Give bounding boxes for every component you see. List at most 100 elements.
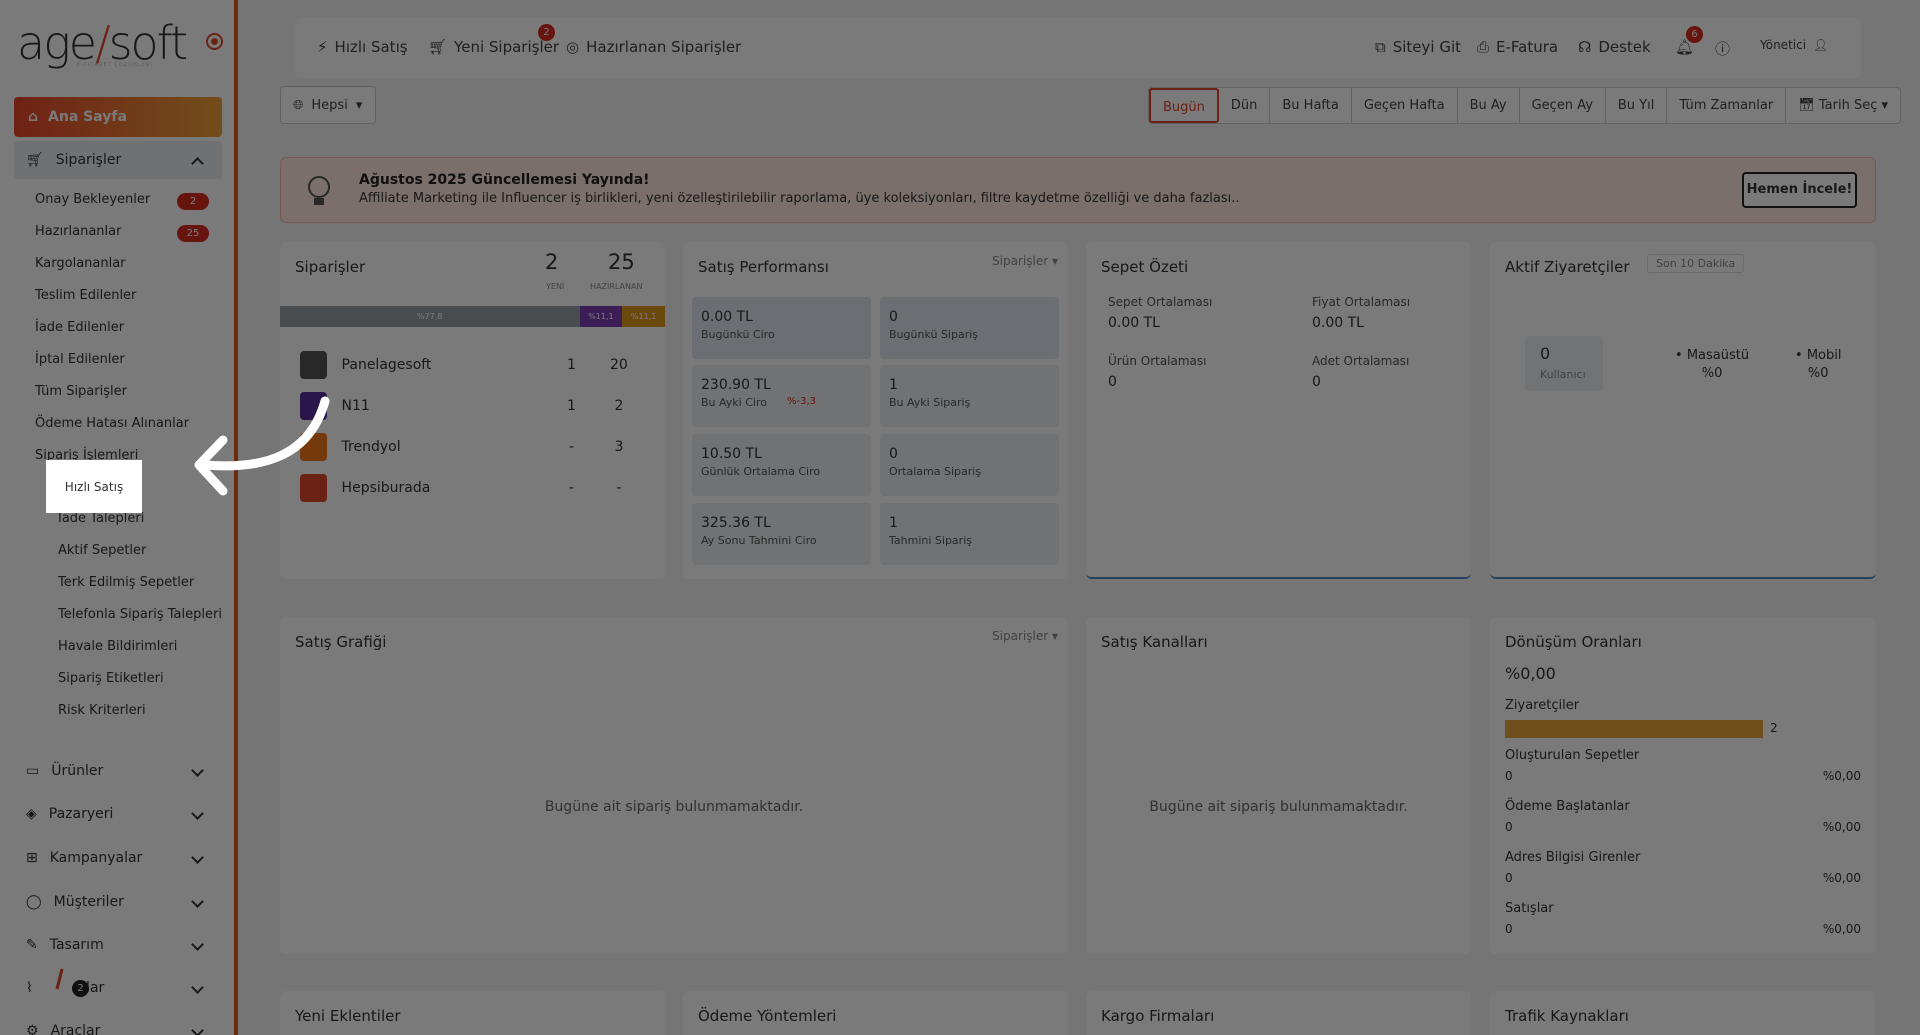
sidebar-section-0[interactable]: ▭ Ürünler — [14, 752, 222, 790]
bottom-card-title: Kargo Firmaları — [1101, 1007, 1215, 1025]
visitors-title: Aktif Ziyaretçiler — [1505, 258, 1630, 276]
banner-title: Ağustos 2025 Güncellemesi Yayında! — [359, 172, 650, 188]
info-button[interactable]: ⓘ — [1715, 38, 1730, 59]
banner-cta-button[interactable]: Hemen İncele! — [1742, 172, 1857, 208]
sidebar-section-2[interactable]: ⊞ Kampanyalar — [14, 839, 222, 877]
support-link[interactable]: ☊ Destek — [1578, 38, 1651, 56]
sidebar-section-label: Tasarım — [49, 937, 104, 953]
basket-item-label: Adet Ortalaması — [1312, 354, 1410, 368]
chevron-down-icon — [191, 851, 204, 864]
channel-row[interactable]: N11 1 2 — [300, 390, 645, 422]
desktop-pct: %0 — [1701, 366, 1723, 381]
range-tab[interactable]: Bu Yıl — [1606, 88, 1668, 123]
bottom-card: Ödeme Yöntemleri — [683, 991, 1068, 1035]
orders-new-count: 2 — [545, 250, 559, 274]
sidebar-ops-item[interactable]: Terk Edilmiş Sepetler — [58, 575, 194, 590]
sidebar-order-item[interactable]: Teslim Edilenler — [35, 288, 136, 303]
channel-row[interactable]: Panelagesoft 1 20 — [300, 349, 645, 381]
conversion-row-pct: %0,00 — [1822, 769, 1861, 783]
channel-row[interactable]: Trendyol - 3 — [300, 431, 645, 463]
einvoice-link[interactable]: ⎙ E-Fatura — [1477, 38, 1558, 56]
sidebar-ops-item[interactable]: Havale Bildirimleri — [58, 639, 177, 654]
prepared-orders-link[interactable]: ◎ Hazırlanan Siparişler — [566, 38, 741, 56]
invoice-icon: ⎙ — [1477, 38, 1490, 56]
sidebar-order-item[interactable]: İptal Edilenler — [35, 352, 125, 367]
conversion-row-label: Ödeme Başlatanlar — [1505, 799, 1630, 814]
chevron-down-icon — [191, 981, 204, 994]
sidebar-section-3[interactable]: ◯ Müşteriler — [14, 883, 222, 921]
sidebar-order-item[interactable]: Onay Bekleyenler — [35, 192, 150, 207]
channel-row[interactable]: Hepsiburada - - — [300, 472, 645, 504]
sidebar-ops-item[interactable]: Sipariş Etiketleri — [58, 671, 164, 686]
channel-new-count: 1 — [567, 357, 576, 373]
range-tab[interactable]: Tüm Zamanlar — [1667, 88, 1787, 123]
perf-value: 230.90 TL — [701, 377, 771, 393]
new-orders-badge: 2 — [538, 24, 555, 41]
notifications-badge: 6 — [1686, 26, 1703, 43]
scope-select[interactable]: 🌐︎ Hepsi ▾ — [280, 86, 376, 124]
range-tab[interactable]: Bugün — [1149, 88, 1219, 123]
sidebar-section-label: Pazaryeri — [48, 806, 114, 822]
chevron-down-icon — [191, 764, 204, 777]
basket-item-value: 0.00 TL — [1312, 315, 1364, 331]
sidebar-order-item[interactable]: Kargolananlar — [35, 256, 126, 271]
user-menu[interactable]: Yönetici 👤︎ — [1760, 38, 1828, 52]
perf-box: 0 Ortalama Sipariş — [880, 434, 1059, 496]
quick-sale-link[interactable]: ⚡︎ Hızlı Satış — [317, 38, 408, 56]
sidebar-order-item[interactable]: İade Edilenler — [35, 320, 124, 335]
sidebar-order-item[interactable]: Hazırlananlar — [35, 224, 121, 239]
visitors-users-label: Kullanıcı — [1540, 368, 1586, 381]
basket-title: Sepet Özeti — [1101, 258, 1189, 276]
sidebar-section-label: Araçlar — [50, 1023, 101, 1035]
sidebar-orders-label: Siparişler — [55, 152, 122, 168]
perf-label: Bu Ayki Sipariş — [889, 396, 971, 409]
sales-chart-dropdown[interactable]: Siparişler ▾ — [992, 629, 1058, 643]
brand-logo[interactable]: age/soft E-TİCARET ÇÖZÜMLERİ — [17, 16, 188, 70]
sidebar-ops-item[interactable]: İade Talepleri — [58, 511, 144, 526]
store-icon: ◈ — [26, 806, 37, 822]
sidebar-orders-toggle[interactable]: 🛒︎ Siparişler — [14, 141, 222, 179]
bottom-card: Trafik Kaynakları — [1490, 991, 1875, 1035]
widget-badge: 2 — [72, 980, 89, 997]
user-icon: 👤︎ — [1813, 38, 1829, 52]
sidebar-section-1[interactable]: ◈ Pazaryeri — [14, 795, 222, 833]
visit-site-label: Siteyi Git — [1392, 38, 1462, 56]
perf-value: 325.36 TL — [701, 515, 771, 531]
perf-box: 0 Bugünkü Sipariş — [880, 297, 1059, 359]
new-orders-link[interactable]: 🛒︎ Yeni Siparişler — [428, 38, 559, 56]
sidebar-section-6[interactable]: ⚙ Araçlar — [14, 1012, 222, 1035]
sidebar-home-button[interactable]: ⌂ Ana Sayfa — [14, 97, 222, 137]
chevron-down-icon — [191, 1024, 204, 1035]
sidebar-order-item-label: Hazırlananlar — [35, 224, 122, 239]
visitors-users-count: 0 — [1540, 344, 1551, 363]
conversion-title: Dönüşüm Oranları — [1505, 633, 1642, 651]
visit-site-link[interactable]: ⧉ Siteyi Git — [1375, 38, 1461, 56]
bottom-card-title: Ödeme Yöntemleri — [698, 1007, 837, 1025]
visitors-range-badge[interactable]: Son 10 Dakika — [1647, 254, 1745, 273]
mobile-pct: %0 — [1807, 366, 1829, 381]
range-tab[interactable]: Bu Hafta — [1270, 88, 1352, 123]
target-icon[interactable] — [206, 33, 223, 50]
perf-label: Tahmini Sipariş — [889, 534, 972, 547]
range-tab[interactable]: Bu Ay — [1458, 88, 1520, 123]
sidebar-order-item-label: Tüm Siparişler — [35, 384, 127, 399]
sidebar-ops-item[interactable]: Risk Kriterleri — [58, 703, 146, 718]
range-tab[interactable]: Geçen Ay — [1520, 88, 1606, 123]
perf-label: Bugünkü Ciro — [701, 328, 775, 341]
help-widget[interactable]: 2 — [35, 955, 89, 1005]
conversion-row-count: 0 — [1505, 769, 1513, 783]
date-picker-button[interactable]: 📅︎ Tarih Seç ▾ — [1786, 88, 1900, 123]
sales-perf-dropdown[interactable]: Siparişler ▾ — [992, 254, 1058, 268]
range-tab[interactable]: Geçen Hafta — [1352, 88, 1458, 123]
highlighted-quick-sale[interactable]: Hızlı Satış — [46, 460, 142, 513]
sidebar-order-item[interactable]: Tüm Siparişler — [35, 384, 127, 399]
sidebar-order-item[interactable]: Ödeme Hatası Alınanlar — [35, 416, 189, 431]
sidebar-ops-item[interactable]: Aktif Sepetler — [58, 543, 146, 558]
chevron-down-icon — [191, 938, 204, 951]
range-tab[interactable]: Dün — [1219, 88, 1271, 123]
conversion-row-label: Oluşturulan Sepetler — [1505, 748, 1640, 763]
top-navbar: ⚡︎ Hızlı Satış 🛒︎ Yeni Siparişler 2 ◎ Hazır… — [295, 18, 1861, 78]
sidebar-ops-item[interactable]: Telefonla Sipariş Talepleri — [58, 607, 222, 622]
globe-icon: 🌐︎ — [293, 97, 304, 113]
highlighted-quick-sale-label: Hızlı Satış — [64, 479, 124, 494]
